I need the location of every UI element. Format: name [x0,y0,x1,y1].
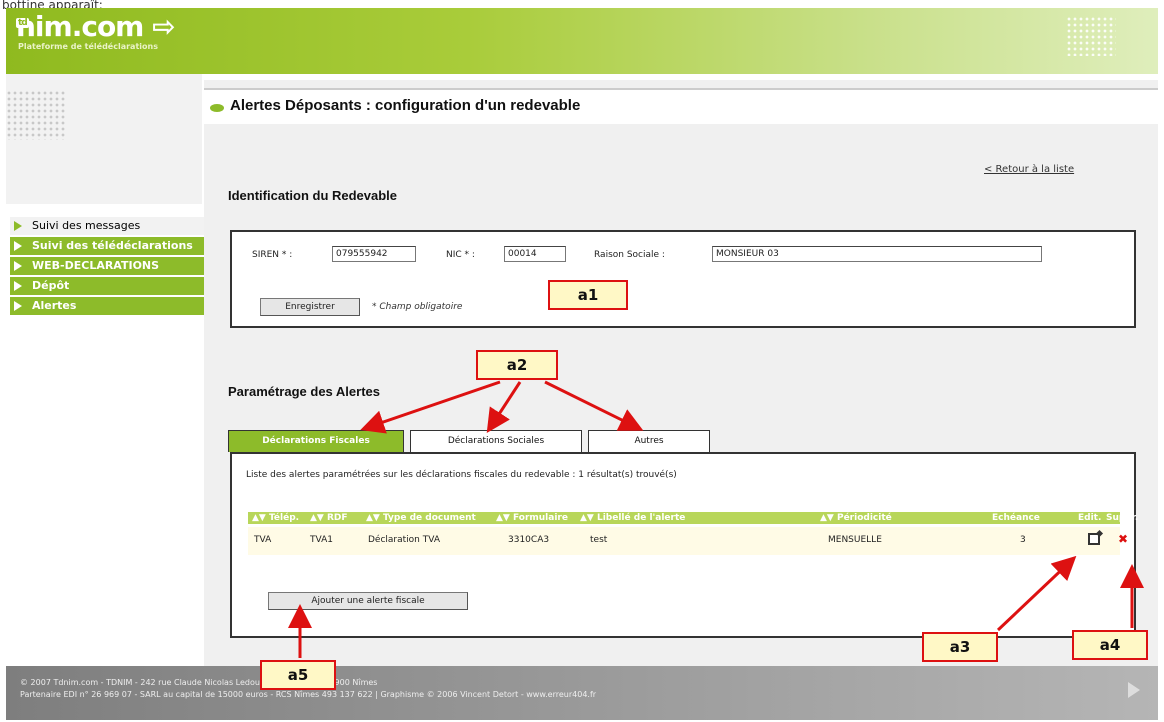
cell-formulaire: 3310CA3 [508,535,550,545]
footer-line-2: Partenaire EDI n° 26 969 07 - SARL au ca… [20,690,597,699]
callout-a2: a2 [476,350,558,380]
cell-type: Déclaration TVA [368,535,440,545]
col-libelle[interactable]: ▲▼ Libellé de l'alerte [580,512,685,524]
edit-icon[interactable] [1088,533,1100,545]
callout-a5: a5 [260,660,336,690]
col-periodicite[interactable]: ▲▼ Périodicité [820,512,892,524]
save-button[interactable]: Enregistrer [260,298,360,316]
nic-label: NIC * : [446,250,475,260]
callout-a1: a1 [548,280,628,310]
col-suppr: Suppr. [1106,513,1139,523]
siren-input[interactable] [332,246,416,262]
callout-a4: a4 [1072,630,1148,660]
tab-declarations-sociales[interactable]: Déclarations Sociales [410,430,582,452]
alerts-table-header: ▲▼ Télép. ▲▼ RDF ▲▼ Type de document ▲▼ … [248,512,1138,524]
main-content: Alertes Déposants : configuration d'un r… [204,80,1158,666]
raison-sociale-input[interactable] [712,246,1042,262]
col-telep[interactable]: ▲▼ Télép. [252,512,299,524]
header-dots-decoration [1066,16,1116,56]
left-decoration [6,74,202,204]
tab-autres[interactable]: Autres [588,430,710,452]
title-bullet-icon [210,104,224,112]
delete-icon[interactable]: ✖ [1118,533,1128,545]
cell-periodicite: MENSUELLE [828,535,882,545]
sidebar-menu: Suivi des messages Suivi des télédéclara… [10,217,206,317]
required-field-note: * Champ obligatoire [372,302,463,312]
arrow-right-icon [14,281,22,291]
col-type-document[interactable]: ▲▼ Type de document [366,512,476,524]
arrow-right-icon [14,261,22,271]
sidebar-item-suivi-teledeclarations[interactable]: Suivi des télédéclarations [10,237,206,255]
cell-echeance: 3 [1020,535,1026,545]
col-formulaire[interactable]: ▲▼ Formulaire [496,512,568,524]
table-row: TVA TVA1 Déclaration TVA 3310CA3 test ME… [248,527,1128,555]
identification-heading: Identification du Redevable [228,188,398,203]
siren-label: SIREN * : [252,250,293,260]
site-logo[interactable]: td nim.com ⇨ [16,10,176,43]
alerts-panel: Liste des alertes paramétrées sur les dé… [230,452,1138,638]
alerts-heading: Paramétrage des Alertes [228,384,380,399]
callout-a3: a3 [922,632,998,662]
footer-arrow-icon [1128,682,1140,698]
site-header: td nim.com ⇨ Plateforme de télédéclaratio… [6,8,1158,74]
cell-libelle: test [590,535,608,545]
nic-input[interactable] [504,246,566,262]
identification-form: SIREN * : NIC * : Raison Sociale : Enreg… [230,230,1136,328]
arrow-right-icon [14,241,22,251]
sidebar-item-suivi-messages[interactable]: Suivi des messages [10,217,206,235]
cell-telep: TVA [254,535,272,545]
page-title: Alertes Déposants : configuration d'un r… [230,97,581,114]
site-tagline: Plateforme de télédéclarations [18,42,158,51]
tab-declarations-fiscales[interactable]: Déclarations Fiscales [228,430,404,452]
col-edit: Edit. [1078,513,1102,523]
sidebar-item-alertes[interactable]: Alertes [10,297,206,315]
raison-sociale-label: Raison Sociale : [594,250,665,260]
arrow-right-icon [14,301,22,311]
alerts-result-text: Liste des alertes paramétrées sur les dé… [246,470,677,480]
cell-rdf: TVA1 [310,535,333,545]
title-bar: Alertes Déposants : configuration d'un r… [204,88,1158,124]
sidebar-item-web-declarations[interactable]: WEB-DECLARATIONS [10,257,206,275]
back-to-list-link[interactable]: < Retour à la liste [984,164,1074,175]
site-footer: © 2007 Tdnim.com - TDNIM - 242 rue Claud… [6,666,1158,720]
col-rdf[interactable]: ▲▼ RDF [310,512,348,524]
add-fiscal-alert-button[interactable]: Ajouter une alerte fiscale [268,592,468,610]
col-echeance: Echéance [992,513,1040,523]
arrow-right-icon [14,221,22,231]
sidebar-item-depot[interactable]: Dépôt [10,277,206,295]
